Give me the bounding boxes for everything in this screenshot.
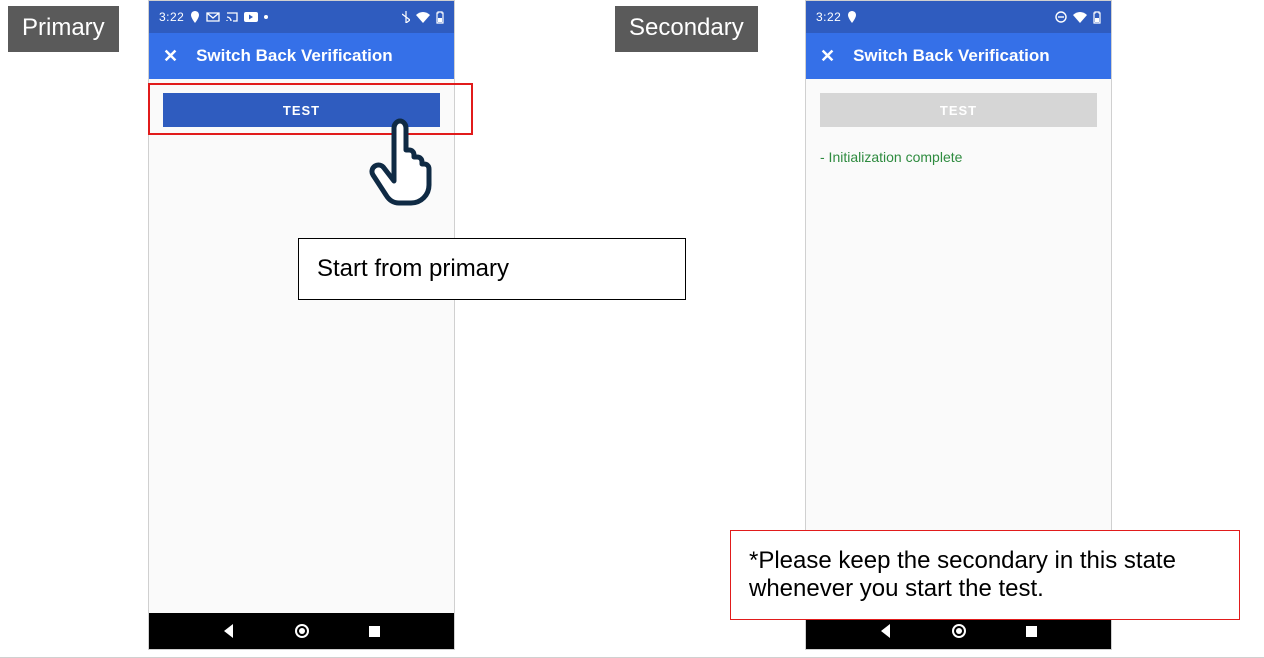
primary-column: Primary 3:22 xyxy=(8,0,455,650)
status-time: 3:22 xyxy=(159,10,184,24)
secondary-tag: Secondary xyxy=(615,6,758,52)
primary-navbar xyxy=(149,613,454,649)
test-button[interactable]: TEST xyxy=(163,93,440,127)
appbar-title: Switch Back Verification xyxy=(853,46,1050,66)
recent-icon[interactable] xyxy=(368,625,381,638)
primary-appbar: ✕ Switch Back Verification xyxy=(149,33,454,79)
primary-phone: 3:22 ✕ Switch Back Verification xyxy=(148,0,455,650)
secondary-column: Secondary 3:22 ✕ Switch Back Verificatio… xyxy=(615,0,1112,650)
test-button: TEST xyxy=(820,93,1097,127)
primary-content: TEST xyxy=(149,79,454,613)
home-icon[interactable] xyxy=(951,623,967,639)
init-complete-text: - Initialization complete xyxy=(820,149,1097,165)
primary-statusbar: 3:22 xyxy=(149,1,454,33)
close-icon[interactable]: ✕ xyxy=(820,46,835,67)
status-dot xyxy=(264,15,268,19)
appbar-title: Switch Back Verification xyxy=(196,46,393,66)
status-time: 3:22 xyxy=(816,10,841,24)
primary-caption: Start from primary xyxy=(298,238,686,300)
cast-icon xyxy=(226,12,238,22)
location-icon xyxy=(847,11,857,23)
wifi-icon xyxy=(416,12,430,23)
dnd-icon xyxy=(1055,11,1067,23)
secondary-statusbar: 3:22 xyxy=(806,1,1111,33)
primary-tag: Primary xyxy=(8,6,119,52)
recent-icon[interactable] xyxy=(1025,625,1038,638)
secondary-appbar: ✕ Switch Back Verification xyxy=(806,33,1111,79)
location-icon xyxy=(190,11,200,23)
battery-icon xyxy=(1093,11,1101,24)
youtube-icon xyxy=(244,12,258,22)
back-icon[interactable] xyxy=(879,624,893,638)
back-icon[interactable] xyxy=(222,624,236,638)
secondary-caption: *Please keep the secondary in this state… xyxy=(730,530,1240,620)
home-icon[interactable] xyxy=(294,623,310,639)
bluetooth-icon xyxy=(402,11,410,23)
wifi-icon xyxy=(1073,12,1087,23)
close-icon[interactable]: ✕ xyxy=(163,46,178,67)
mail-icon xyxy=(206,12,220,22)
battery-icon xyxy=(436,11,444,24)
